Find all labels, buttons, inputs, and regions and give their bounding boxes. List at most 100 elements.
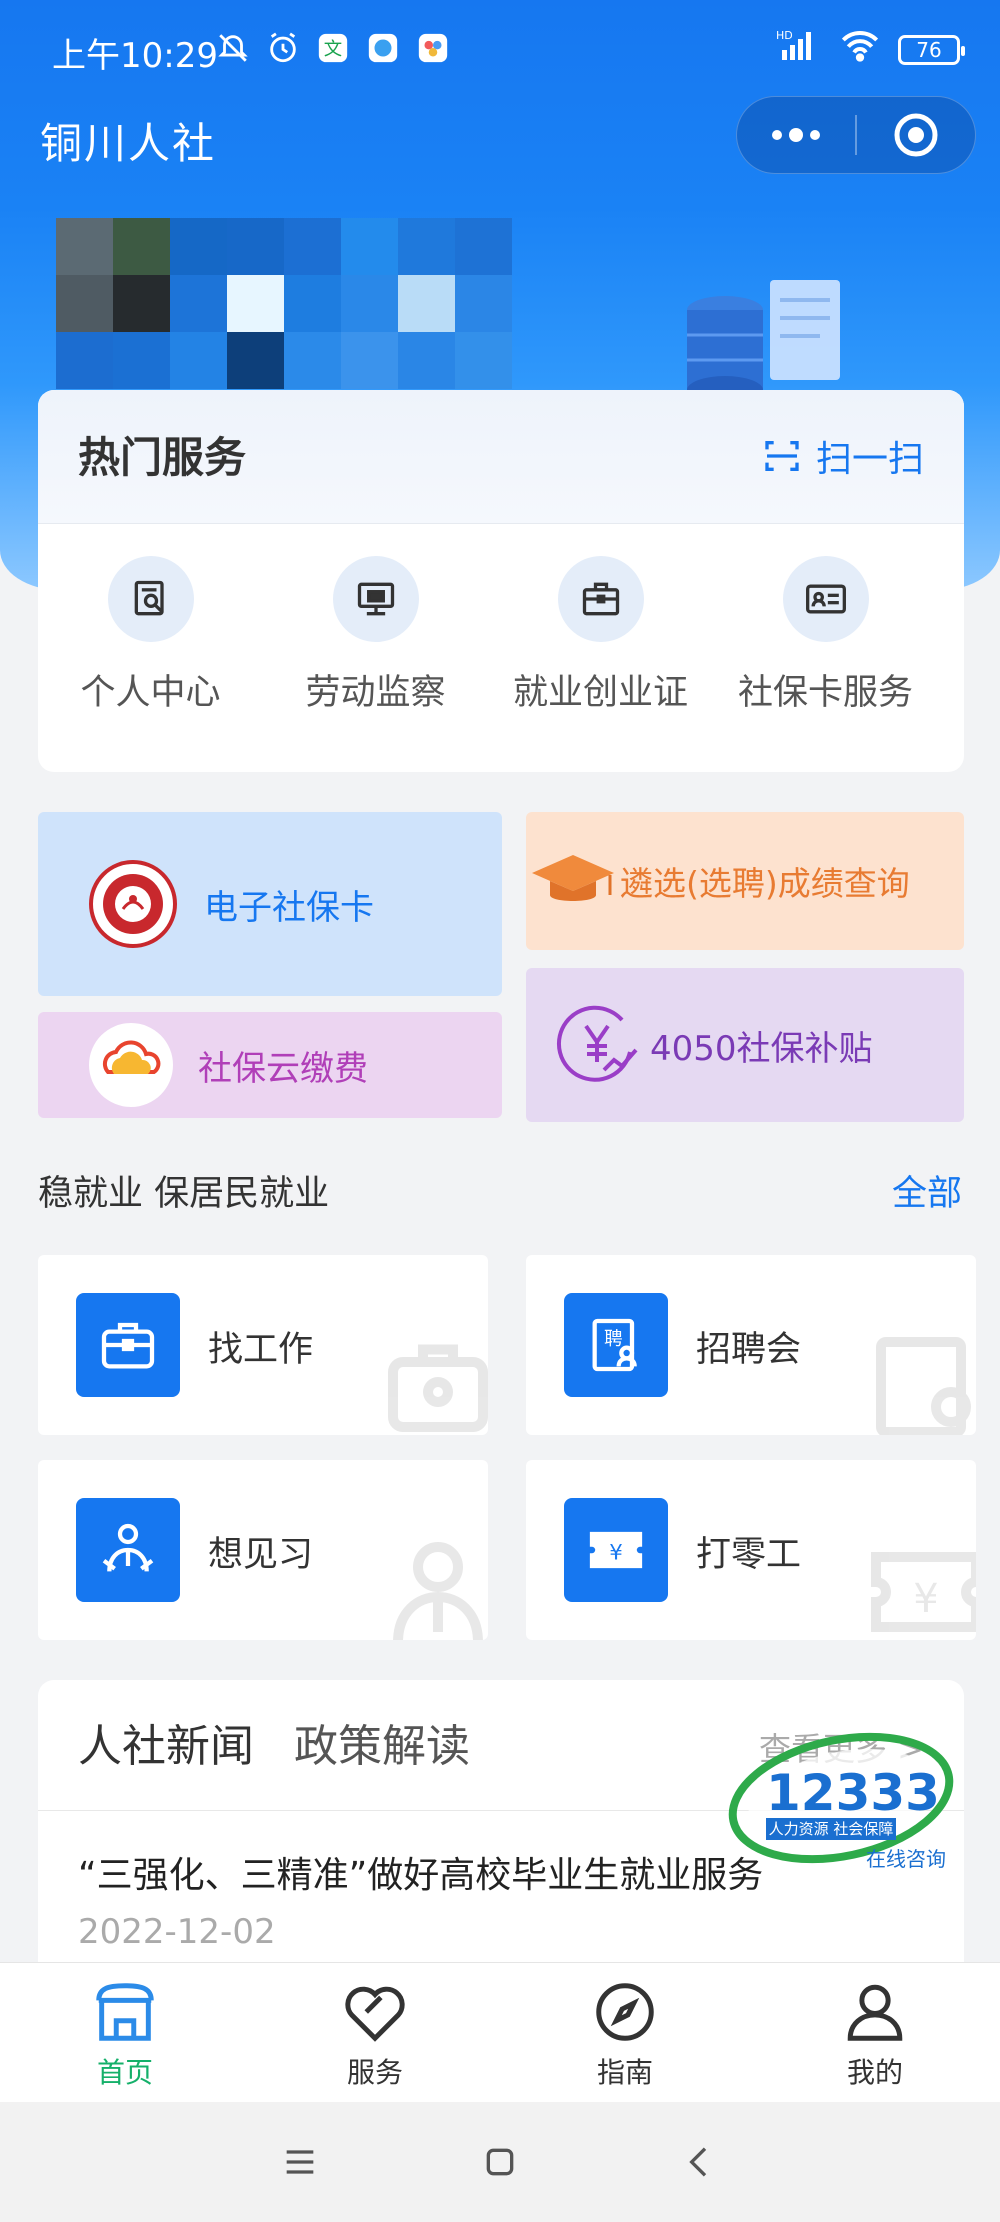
exam-query-tile[interactable]: 遴选(选聘)成绩查询 bbox=[526, 812, 964, 950]
service-label: 个人中心 bbox=[80, 673, 221, 713]
tab-services[interactable]: 服务 bbox=[250, 1963, 500, 2102]
social-security-seal-icon bbox=[89, 860, 177, 948]
hot-services-header: 热门服务 扫一扫 bbox=[38, 390, 964, 524]
home-icon bbox=[96, 1983, 154, 2041]
job-fair-label: 招聘会 bbox=[696, 1330, 802, 1370]
tab-guide[interactable]: 指南 bbox=[500, 1963, 750, 2102]
hotline-logo: 12333 人力资源 社会保障 在线咨询 bbox=[728, 1732, 954, 1871]
tab-label: 首页 bbox=[96, 2056, 153, 2089]
text-app-icon: 文 bbox=[315, 30, 351, 66]
briefcase-watermark-icon bbox=[388, 1344, 488, 1432]
id-card-icon bbox=[782, 556, 869, 642]
recruit-watermark-icon bbox=[876, 1337, 971, 1435]
hotline-number: 12333 bbox=[766, 1764, 940, 1822]
cloud-app-icon bbox=[415, 30, 451, 66]
cloud-payment-tile[interactable]: 社保云缴费 bbox=[38, 1012, 502, 1118]
exam-query-label: 遴选(选聘)成绩查询 bbox=[620, 864, 910, 903]
job-search-card[interactable]: 找工作 bbox=[38, 1255, 488, 1435]
tab-home[interactable]: 首页 bbox=[0, 1963, 250, 2102]
network-type: HD bbox=[776, 29, 793, 42]
hotline-subtitle: 人力资源 社会保障 bbox=[769, 1820, 894, 1838]
more-button[interactable] bbox=[737, 96, 855, 174]
more-dots-icon bbox=[772, 128, 820, 142]
e-social-card-tile[interactable]: 电子社保卡 bbox=[38, 812, 502, 996]
service-label: 社保卡服务 bbox=[737, 673, 913, 713]
scan-button[interactable]: 扫一扫 bbox=[762, 430, 924, 482]
battery-indicator: 76 bbox=[898, 34, 965, 65]
back-icon[interactable] bbox=[680, 2142, 720, 2182]
scan-icon bbox=[765, 441, 799, 471]
service-personal-center[interactable]: 个人中心 bbox=[38, 556, 263, 715]
trainee-icon bbox=[76, 1498, 180, 1602]
tab-policy[interactable]: 政策解读 bbox=[294, 1710, 470, 1774]
graduation-cap-icon bbox=[532, 855, 614, 901]
close-program-button[interactable] bbox=[857, 96, 975, 174]
service-label: 劳动监察 bbox=[305, 673, 446, 713]
yen-ticket-icon: ¥ bbox=[564, 1498, 668, 1602]
service-employment-card[interactable]: 就业创业证 bbox=[488, 556, 713, 715]
hotline-12333-button[interactable]: 12333 人力资源 社会保障 在线咨询 bbox=[726, 1728, 956, 1888]
tab-mine[interactable]: 我的 bbox=[750, 1963, 1000, 2102]
tab-label: 服务 bbox=[346, 2056, 403, 2089]
online-consult-label: 在线咨询 bbox=[866, 1847, 946, 1871]
mute-bell-icon bbox=[215, 30, 251, 66]
monitor-icon bbox=[332, 556, 419, 642]
internship-card[interactable]: 想见习 bbox=[38, 1460, 488, 1640]
hot-services-card: 热门服务 扫一扫 个人中心 劳动监察 就业创业证 社保卡服务 bbox=[38, 390, 964, 772]
e-social-card-label: 电子社保卡 bbox=[204, 887, 374, 928]
hot-services-title: 热门服务 bbox=[78, 424, 247, 491]
internship-label: 想见习 bbox=[208, 1535, 314, 1575]
cloud-payment-label: 社保云缴费 bbox=[198, 1048, 368, 1089]
odd-jobs-card[interactable]: ¥ 打零工 ¥ bbox=[526, 1460, 976, 1640]
svg-text:文: 文 bbox=[324, 39, 342, 60]
status-time: 上午10:29 bbox=[52, 36, 218, 76]
scan-label: 扫一扫 bbox=[815, 439, 924, 480]
recruit-icon: 聘 bbox=[564, 1293, 668, 1397]
yen-growth-icon bbox=[556, 1005, 638, 1082]
yen-watermark-icon: ¥ bbox=[871, 1552, 976, 1632]
briefcase-icon bbox=[557, 556, 644, 642]
chat-app-icon bbox=[365, 30, 401, 66]
menu-icon[interactable] bbox=[280, 2142, 320, 2182]
compass-icon bbox=[596, 1983, 654, 2041]
news-headline[interactable]: “三强化、三精准”做好高校毕业生就业服务 bbox=[78, 1846, 763, 1898]
bottom-tab-bar: 首页 服务 指南 我的 bbox=[0, 1962, 1000, 2102]
wifi-icon bbox=[840, 28, 880, 71]
svg-text:聘: 聘 bbox=[604, 1329, 623, 1350]
subsidy-4050-tile[interactable]: 4050社保补贴 bbox=[526, 968, 964, 1122]
trainee-watermark-icon bbox=[393, 1542, 483, 1640]
tab-hr-news[interactable]: 人社新闻 bbox=[78, 1710, 254, 1776]
tab-label: 指南 bbox=[596, 2056, 653, 2089]
svg-text:¥: ¥ bbox=[913, 1576, 938, 1622]
server-illustration bbox=[687, 280, 840, 404]
service-social-card[interactable]: 社保卡服务 bbox=[713, 556, 938, 715]
cloud-pay-icon bbox=[89, 1023, 173, 1107]
job-search-label: 找工作 bbox=[208, 1330, 314, 1370]
news-tabs: 人社新闻 政策解读 bbox=[78, 1710, 470, 1776]
service-label: 就业创业证 bbox=[512, 673, 688, 713]
status-bar: 上午10:29 文 HD 76 bbox=[0, 0, 1000, 96]
profile-search-icon bbox=[107, 556, 194, 642]
page-title: 铜川人社 bbox=[40, 119, 217, 168]
job-fair-card[interactable]: 聘 招聘会 bbox=[526, 1255, 976, 1435]
service-labor-inspection[interactable]: 劳动监察 bbox=[263, 556, 488, 715]
hot-services-grid: 个人中心 劳动监察 就业创业证 社保卡服务 bbox=[38, 556, 964, 715]
svg-text:¥: ¥ bbox=[609, 1540, 623, 1565]
subsidy-4050-label: 4050社保补贴 bbox=[650, 1028, 873, 1069]
heart-tag-icon bbox=[345, 1986, 405, 2042]
signal-icon: HD bbox=[776, 28, 822, 71]
blurred-banner-image bbox=[56, 218, 512, 389]
view-all-link[interactable]: 全部 bbox=[892, 1165, 962, 1216]
user-icon bbox=[847, 1984, 903, 2041]
home-square-icon[interactable] bbox=[480, 2142, 520, 2182]
odd-jobs-label: 打零工 bbox=[696, 1535, 802, 1575]
tab-label: 我的 bbox=[846, 2056, 903, 2089]
mini-program-capsule bbox=[736, 96, 976, 174]
status-notification-icons: 文 bbox=[215, 30, 451, 66]
briefcase-icon bbox=[76, 1293, 180, 1397]
employment-section-title: 稳就业 保居民就业 bbox=[38, 1174, 330, 1214]
target-close-icon bbox=[894, 113, 938, 157]
news-date: 2022-12-02 bbox=[78, 1912, 276, 1952]
status-system-icons: HD 76 bbox=[776, 28, 965, 71]
system-navigation-bar bbox=[0, 2102, 1000, 2222]
